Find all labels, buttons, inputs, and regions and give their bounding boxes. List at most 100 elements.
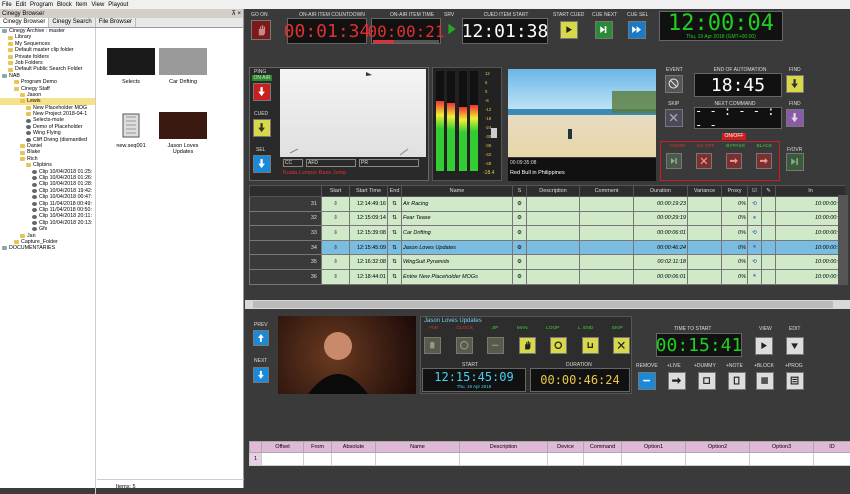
film-strip-icon xyxy=(107,112,155,139)
playlist-header[interactable]: Variance xyxy=(688,186,722,197)
man-button[interactable] xyxy=(519,337,536,354)
on-air-button[interactable] xyxy=(253,83,271,101)
playlist-row[interactable]: 33⇩12:15:39:08⇅Car Drifting⚙00:00:06:010… xyxy=(250,226,846,241)
events-header[interactable]: Option3 xyxy=(750,442,814,453)
menu-item[interactable]: Edit xyxy=(16,2,26,8)
browser-pin-close-icon[interactable]: ⊼ × xyxy=(231,10,241,17)
events-cell[interactable] xyxy=(548,453,584,466)
fiw-button[interactable] xyxy=(424,337,441,354)
black-button[interactable] xyxy=(756,153,772,169)
events-header[interactable]: ID xyxy=(814,442,850,453)
events-cell[interactable] xyxy=(262,453,304,466)
onoff-badge[interactable]: ON/OFF xyxy=(722,133,746,140)
add-block-button[interactable] xyxy=(756,372,774,390)
clip-thumbnail[interactable]: Car Drifting xyxy=(157,48,209,85)
events-header[interactable]: Command xyxy=(584,442,622,453)
playlist-row[interactable]: 34⇩12:15:45:09⇅Jason Loves Updates⚙00:00… xyxy=(250,240,846,255)
start-cued-button[interactable] xyxy=(560,21,578,39)
cued-button[interactable] xyxy=(253,119,271,137)
events-header[interactable]: Option1 xyxy=(622,442,686,453)
events-header[interactable] xyxy=(250,442,262,453)
events-cell[interactable] xyxy=(750,453,814,466)
playlist-header[interactable]: Description xyxy=(527,186,580,197)
playlist-header[interactable]: ☑ xyxy=(748,186,762,197)
cg-off-button[interactable] xyxy=(696,153,712,169)
skip-flag-button[interactable] xyxy=(613,337,630,354)
clock-button[interactable] xyxy=(456,337,473,354)
events-cell[interactable] xyxy=(584,453,622,466)
prev-button[interactable] xyxy=(253,330,269,346)
sel-button[interactable] xyxy=(253,155,271,173)
menu-item[interactable]: Block xyxy=(57,2,72,8)
events-header[interactable]: Absolute xyxy=(332,442,376,453)
add-prog-button[interactable] xyxy=(786,372,804,390)
events-cell[interactable]: 1 xyxy=(250,453,262,466)
menu-item[interactable]: File xyxy=(2,2,12,8)
playlist-row[interactable]: 31⇩12:14:49:16⇅Air Racing⚙00:00:19:230%⟲… xyxy=(250,197,846,212)
comm-button[interactable] xyxy=(666,153,682,169)
cue-next-button[interactable] xyxy=(595,21,613,39)
fovr-button[interactable] xyxy=(786,153,804,171)
loop-button[interactable] xyxy=(550,337,567,354)
browser-tab[interactable]: Cinegy Browser xyxy=(0,18,49,27)
edit-button[interactable] xyxy=(786,337,804,355)
menu-item[interactable]: Playout xyxy=(108,2,128,8)
events-cell[interactable] xyxy=(814,453,850,466)
playlist-header[interactable] xyxy=(250,186,322,197)
playlist-header[interactable]: S xyxy=(513,186,527,197)
playlist-vscroll[interactable] xyxy=(838,195,848,285)
events-header[interactable]: Name xyxy=(376,442,460,453)
events-cell[interactable] xyxy=(460,453,548,466)
clip-thumbnail[interactable]: Jason Loves Updates xyxy=(157,112,209,155)
playlist-row[interactable]: 36⇩12:18:44:01⇅Entire New Placeholder MO… xyxy=(250,269,846,284)
add-note-button[interactable] xyxy=(728,372,746,390)
events-header[interactable]: Device xyxy=(548,442,584,453)
playlist-header[interactable]: Comment xyxy=(580,186,634,197)
events-header[interactable]: Description xyxy=(460,442,548,453)
cue-sel-button[interactable] xyxy=(628,21,646,39)
add-dummy-button[interactable] xyxy=(698,372,716,390)
meter-tick: 12 xyxy=(485,69,499,78)
l-end-button[interactable] xyxy=(582,337,599,354)
tree-item[interactable]: DOCUMENTARIES xyxy=(0,245,95,251)
playlist-row[interactable]: 35⇩12:16:32:08⇅WingSuit Pyramids⚙00:02:1… xyxy=(250,255,846,270)
playlist-header[interactable]: ✎ xyxy=(762,186,776,197)
menu-item[interactable]: Program xyxy=(30,2,53,8)
bypass-button[interactable] xyxy=(726,153,742,169)
remove-button[interactable] xyxy=(638,372,656,390)
browser-tab[interactable]: Cinegy Search xyxy=(49,18,95,27)
go-on-button[interactable] xyxy=(251,20,271,40)
find-button[interactable] xyxy=(786,75,804,93)
volume-fader[interactable] xyxy=(491,128,497,138)
events-cell[interactable] xyxy=(376,453,460,466)
events-row[interactable]: 1 xyxy=(250,453,850,466)
playlist-header[interactable]: Duration xyxy=(634,186,688,197)
jip-button[interactable] xyxy=(487,337,504,354)
clip-thumbnail[interactable]: new.seq001 xyxy=(105,112,157,149)
events-cell[interactable] xyxy=(622,453,686,466)
clip-thumbnail[interactable]: Selects xyxy=(105,48,157,85)
playlist-header[interactable]: Name xyxy=(402,186,513,197)
playlist-row[interactable]: 32⇩12:15:09:14⇅Fear Tease⚙00:00:29:190%⏸… xyxy=(250,211,846,226)
find-button-2[interactable] xyxy=(786,109,804,127)
events-header[interactable]: From xyxy=(304,442,332,453)
events-cell[interactable] xyxy=(332,453,376,466)
next-button[interactable] xyxy=(253,367,269,383)
playlist-header[interactable]: Start xyxy=(322,186,350,197)
skip-button[interactable] xyxy=(665,109,683,127)
menu-item[interactable]: View xyxy=(91,2,104,8)
events-header[interactable]: Offset xyxy=(262,442,304,453)
playlist-header[interactable]: Start Time xyxy=(350,186,388,197)
events-cell[interactable] xyxy=(304,453,332,466)
menu-item[interactable]: Item xyxy=(76,2,88,8)
events-header[interactable]: Option2 xyxy=(686,442,750,453)
browser-tab[interactable]: File Browser xyxy=(96,18,136,27)
event-button[interactable] xyxy=(665,75,683,93)
playlist-header[interactable]: End xyxy=(388,186,402,197)
playlist-header[interactable]: In xyxy=(776,186,846,197)
view-button[interactable] xyxy=(755,337,773,355)
playlist-header[interactable]: Proxy xyxy=(722,186,748,197)
playlist-scrollbar[interactable] xyxy=(245,300,850,309)
add-live-button[interactable] xyxy=(668,372,686,390)
events-cell[interactable] xyxy=(686,453,750,466)
